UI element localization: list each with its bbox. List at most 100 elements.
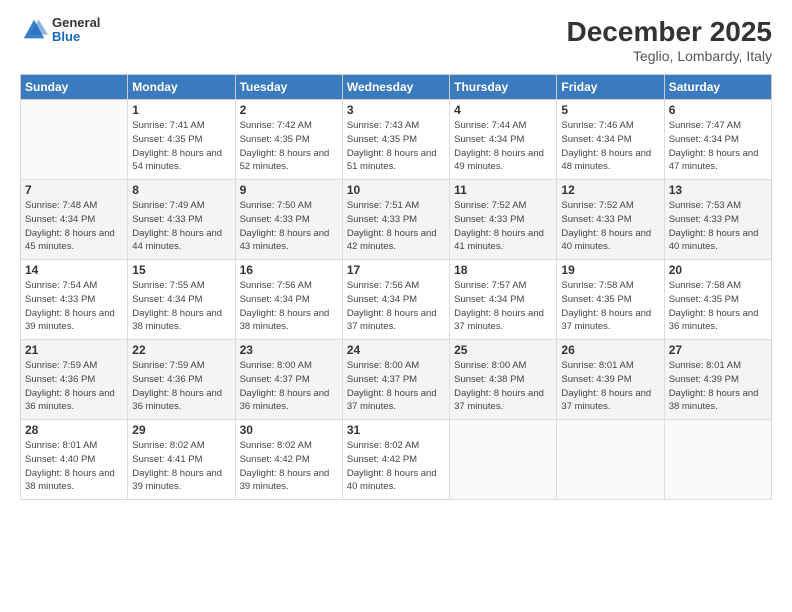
day-number: 20 (669, 263, 767, 277)
day-number: 15 (132, 263, 230, 277)
day-info: Sunrise: 7:48 AMSunset: 4:34 PMDaylight:… (25, 199, 123, 254)
day-info: Sunrise: 7:46 AMSunset: 4:34 PMDaylight:… (561, 119, 659, 174)
table-row: 20 Sunrise: 7:58 AMSunset: 4:35 PMDayligh… (664, 260, 771, 340)
th-monday: Monday (128, 75, 235, 100)
table-row: 7 Sunrise: 7:48 AMSunset: 4:34 PMDaylight… (21, 180, 128, 260)
table-row (21, 100, 128, 180)
day-number: 23 (240, 343, 338, 357)
calendar-week-row: 1 Sunrise: 7:41 AMSunset: 4:35 PMDaylight… (21, 100, 772, 180)
day-number: 14 (25, 263, 123, 277)
logo: General Blue (20, 16, 100, 45)
table-row: 23 Sunrise: 8:00 AMSunset: 4:37 PMDayligh… (235, 340, 342, 420)
table-row: 19 Sunrise: 7:58 AMSunset: 4:35 PMDayligh… (557, 260, 664, 340)
th-tuesday: Tuesday (235, 75, 342, 100)
table-row: 14 Sunrise: 7:54 AMSunset: 4:33 PMDayligh… (21, 260, 128, 340)
calendar-week-row: 28Sunrise: 8:01 AMSunset: 4:40 PMDayligh… (21, 420, 772, 500)
day-info: Sunrise: 7:42 AMSunset: 4:35 PMDaylight:… (240, 119, 338, 174)
day-number: 9 (240, 183, 338, 197)
day-info: Sunrise: 7:59 AMSunset: 4:36 PMDaylight:… (25, 359, 123, 414)
day-number: 28 (25, 423, 123, 437)
table-row: 21 Sunrise: 7:59 AMSunset: 4:36 PMDayligh… (21, 340, 128, 420)
logo-general-label: General (52, 16, 100, 30)
table-row: 27Sunrise: 8:01 AMSunset: 4:39 PMDayligh… (664, 340, 771, 420)
day-info: Sunrise: 7:56 AMSunset: 4:34 PMDaylight:… (240, 279, 338, 334)
day-number: 7 (25, 183, 123, 197)
day-info: Sunrise: 7:51 AMSunset: 4:33 PMDaylight:… (347, 199, 445, 254)
table-row: 8 Sunrise: 7:49 AMSunset: 4:33 PMDaylight… (128, 180, 235, 260)
table-row: 1 Sunrise: 7:41 AMSunset: 4:35 PMDaylight… (128, 100, 235, 180)
table-row: 12Sunrise: 7:52 AMSunset: 4:33 PMDayligh… (557, 180, 664, 260)
table-row: 22 Sunrise: 7:59 AMSunset: 4:36 PMDayligh… (128, 340, 235, 420)
day-info: Sunrise: 8:01 AMSunset: 4:39 PMDaylight:… (561, 359, 659, 414)
day-info: Sunrise: 7:49 AMSunset: 4:33 PMDaylight:… (132, 199, 230, 254)
table-row: 9 Sunrise: 7:50 AMSunset: 4:33 PMDaylight… (235, 180, 342, 260)
th-sunday: Sunday (21, 75, 128, 100)
day-number: 26 (561, 343, 659, 357)
day-info: Sunrise: 7:52 AMSunset: 4:33 PMDaylight:… (561, 199, 659, 254)
day-number: 30 (240, 423, 338, 437)
table-row (450, 420, 557, 500)
th-wednesday: Wednesday (342, 75, 449, 100)
table-row: 31 Sunrise: 8:02 AMSunset: 4:42 PMDayligh… (342, 420, 449, 500)
calendar-table: Sunday Monday Tuesday Wednesday Thursday… (20, 74, 772, 500)
day-info: Sunrise: 7:44 AMSunset: 4:34 PMDaylight:… (454, 119, 552, 174)
day-number: 8 (132, 183, 230, 197)
day-info: Sunrise: 8:00 AMSunset: 4:37 PMDaylight:… (347, 359, 445, 414)
table-row: 15 Sunrise: 7:55 AMSunset: 4:34 PMDayligh… (128, 260, 235, 340)
day-info: Sunrise: 8:00 AMSunset: 4:37 PMDaylight:… (240, 359, 338, 414)
table-row: 17Sunrise: 7:56 AMSunset: 4:34 PMDayligh… (342, 260, 449, 340)
day-info: Sunrise: 7:41 AMSunset: 4:35 PMDaylight:… (132, 119, 230, 174)
day-number: 11 (454, 183, 552, 197)
title-block: December 2025 Teglio, Lombardy, Italy (567, 16, 772, 64)
table-row: 4 Sunrise: 7:44 AMSunset: 4:34 PMDaylight… (450, 100, 557, 180)
day-info: Sunrise: 7:55 AMSunset: 4:34 PMDaylight:… (132, 279, 230, 334)
logo-icon (20, 16, 48, 44)
day-info: Sunrise: 7:43 AMSunset: 4:35 PMDaylight:… (347, 119, 445, 174)
logo-blue-label: Blue (52, 30, 100, 44)
logo-text: General Blue (52, 16, 100, 45)
th-saturday: Saturday (664, 75, 771, 100)
day-info: Sunrise: 7:59 AMSunset: 4:36 PMDaylight:… (132, 359, 230, 414)
table-row: 26 Sunrise: 8:01 AMSunset: 4:39 PMDayligh… (557, 340, 664, 420)
day-number: 25 (454, 343, 552, 357)
page: General Blue December 2025 Teglio, Lomba… (0, 0, 792, 612)
day-number: 31 (347, 423, 445, 437)
day-info: Sunrise: 8:00 AMSunset: 4:38 PMDaylight:… (454, 359, 552, 414)
table-row: 29Sunrise: 8:02 AMSunset: 4:41 PMDayligh… (128, 420, 235, 500)
table-row: 16Sunrise: 7:56 AMSunset: 4:34 PMDayligh… (235, 260, 342, 340)
calendar-header-row: Sunday Monday Tuesday Wednesday Thursday… (21, 75, 772, 100)
table-row: 10Sunrise: 7:51 AMSunset: 4:33 PMDayligh… (342, 180, 449, 260)
day-info: Sunrise: 7:54 AMSunset: 4:33 PMDaylight:… (25, 279, 123, 334)
table-row: 25 Sunrise: 8:00 AMSunset: 4:38 PMDayligh… (450, 340, 557, 420)
day-info: Sunrise: 7:58 AMSunset: 4:35 PMDaylight:… (561, 279, 659, 334)
table-row: 6Sunrise: 7:47 AMSunset: 4:34 PMDaylight… (664, 100, 771, 180)
day-info: Sunrise: 7:57 AMSunset: 4:34 PMDaylight:… (454, 279, 552, 334)
location: Teglio, Lombardy, Italy (567, 48, 772, 64)
th-thursday: Thursday (450, 75, 557, 100)
table-row: 30 Sunrise: 8:02 AMSunset: 4:42 PMDayligh… (235, 420, 342, 500)
day-info: Sunrise: 7:50 AMSunset: 4:33 PMDaylight:… (240, 199, 338, 254)
day-number: 24 (347, 343, 445, 357)
header: General Blue December 2025 Teglio, Lomba… (20, 16, 772, 64)
day-number: 1 (132, 103, 230, 117)
day-number: 3 (347, 103, 445, 117)
calendar-week-row: 21 Sunrise: 7:59 AMSunset: 4:36 PMDayligh… (21, 340, 772, 420)
day-info: Sunrise: 8:01 AMSunset: 4:39 PMDaylight:… (669, 359, 767, 414)
day-info: Sunrise: 8:02 AMSunset: 4:42 PMDaylight:… (240, 439, 338, 494)
day-info: Sunrise: 7:58 AMSunset: 4:35 PMDaylight:… (669, 279, 767, 334)
table-row (557, 420, 664, 500)
day-info: Sunrise: 8:02 AMSunset: 4:42 PMDaylight:… (347, 439, 445, 494)
day-number: 13 (669, 183, 767, 197)
table-row: 11 Sunrise: 7:52 AMSunset: 4:33 PMDayligh… (450, 180, 557, 260)
day-info: Sunrise: 7:52 AMSunset: 4:33 PMDaylight:… (454, 199, 552, 254)
table-row: 28Sunrise: 8:01 AMSunset: 4:40 PMDayligh… (21, 420, 128, 500)
day-number: 29 (132, 423, 230, 437)
day-number: 22 (132, 343, 230, 357)
day-info: Sunrise: 7:56 AMSunset: 4:34 PMDaylight:… (347, 279, 445, 334)
day-number: 5 (561, 103, 659, 117)
day-number: 19 (561, 263, 659, 277)
day-number: 21 (25, 343, 123, 357)
day-number: 2 (240, 103, 338, 117)
day-number: 4 (454, 103, 552, 117)
table-row: 3 Sunrise: 7:43 AMSunset: 4:35 PMDaylight… (342, 100, 449, 180)
